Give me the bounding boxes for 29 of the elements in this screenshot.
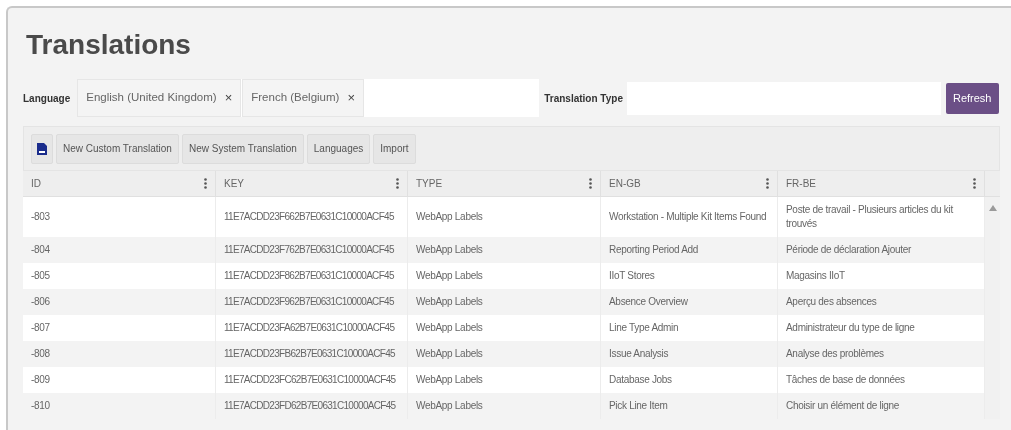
remove-button[interactable]: × bbox=[224, 88, 233, 108]
page-title: Translations bbox=[26, 28, 191, 62]
column-header[interactable]: EN-GB bbox=[609, 176, 641, 191]
language-label: Language bbox=[23, 91, 71, 106]
refresh-button[interactable]: Refresh bbox=[945, 82, 999, 114]
toolbar-button[interactable]: New System Translation bbox=[181, 133, 304, 164]
language-name: French (Belgium) bbox=[251, 90, 340, 106]
toolbar-button[interactable]: New Custom Translation bbox=[56, 133, 179, 164]
column-header[interactable]: KEY bbox=[224, 176, 244, 191]
language-field[interactable]: English (United Kingdom) × French (Belgium) × bbox=[77, 79, 540, 117]
remove-button[interactable]: × bbox=[347, 88, 356, 108]
language-name: English (United Kingdom) bbox=[86, 90, 217, 106]
table-cell: -810 bbox=[23, 393, 216, 419]
column-menu-icon[interactable] bbox=[204, 178, 207, 189]
table-cell: WebApp Labels bbox=[408, 393, 601, 419]
toolbar-button[interactable]: Languages bbox=[306, 133, 371, 164]
column-menu-icon[interactable] bbox=[396, 178, 399, 189]
column-menu-icon[interactable] bbox=[589, 178, 592, 189]
column-menu-icon[interactable] bbox=[973, 178, 976, 189]
column-menu-icon[interactable] bbox=[766, 178, 769, 189]
column-header[interactable]: TYPE bbox=[416, 176, 443, 191]
table-cell: 11E7ACDD23FD62B7E0631C10000ACF45 bbox=[216, 393, 408, 419]
csv-file-icon bbox=[37, 142, 47, 155]
column-header[interactable]: FR-BE bbox=[786, 176, 816, 191]
toolbar-button[interactable]: Import bbox=[373, 133, 416, 164]
csv-export-button[interactable] bbox=[31, 133, 53, 164]
translation-type-label: Translation Type bbox=[544, 91, 623, 106]
column-header[interactable]: ID bbox=[31, 176, 41, 191]
table-cell: Pick Line Item bbox=[601, 393, 778, 419]
